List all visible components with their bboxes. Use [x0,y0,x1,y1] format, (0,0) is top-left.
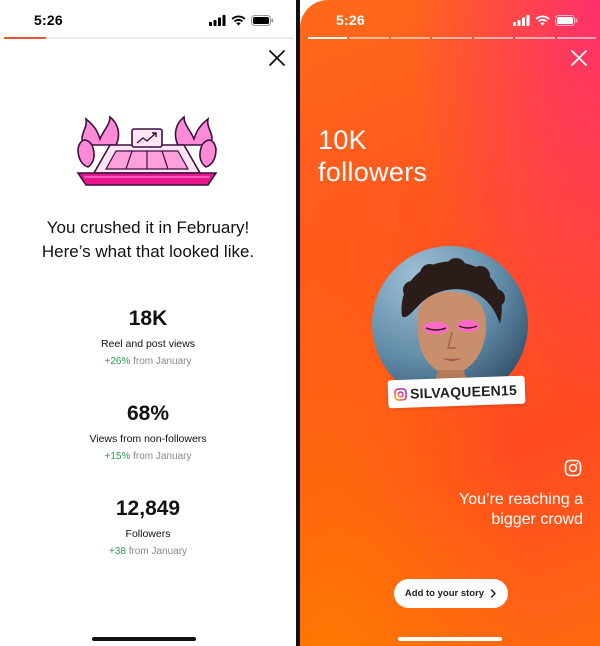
trophy-illustration [76,115,218,186]
home-indicator[interactable] [398,637,502,641]
username: SILVAQUEEN15 [409,381,518,402]
reach-message-line-1: You’re reaching a [459,491,583,508]
story-segment [556,37,596,39]
status-icons [513,14,578,26]
headline-line-1: You crushed it in February! [46,218,250,237]
story-segment [308,37,348,39]
stat-non-follower-views: 68% Views from non-followers +15% from J… [0,401,296,463]
close-icon [571,50,587,66]
headline-line-2: Here’s what that looked like. [41,242,255,261]
instagram-icon [564,459,582,477]
story-segment [349,37,389,39]
add-to-story-label: Add to your story [404,588,485,599]
battery-icon [251,14,274,26]
stat-change: +38 from January [0,545,296,558]
story-segments [308,37,596,39]
status-bar: 5:26 [300,10,600,30]
status-time: 5:26 [34,12,63,28]
stat-delta: +38 [108,546,126,557]
signal-icon [513,14,530,26]
battery-icon [555,14,578,26]
chevron-right-icon [490,589,496,598]
stat-value: 18K [128,307,168,330]
story-progress-fill [4,37,46,39]
status-bar: 5:26 [0,10,296,30]
stat-label: Views from non-followers [89,433,207,445]
reach-message-line-2: bigger crowd [491,511,583,528]
stat-value: 12,849 [115,497,181,520]
stat-period: from January [133,356,192,367]
add-to-story-button[interactable]: Add to your story [394,579,508,608]
stat-delta: +15% [104,451,131,462]
instagram-icon [394,387,407,401]
milestone-title: 10K followers [318,124,427,188]
signal-icon [209,14,226,26]
stat-change: +26% from January [0,355,296,368]
wifi-icon [231,15,246,25]
story-segment [390,37,431,39]
stat-period: from January [133,451,192,462]
story-segment [473,37,514,39]
stat-views: 18K Reel and post views +26% from Januar… [0,306,296,368]
story-segment [432,37,472,39]
stat-label: Reel and post views [101,338,195,350]
close-button[interactable] [570,49,588,67]
stat-period: from January [128,546,188,557]
stat-change: +15% from January [0,450,296,463]
milestone-unit: followers [318,157,428,187]
username-sticker: SILVAQUEEN15 [387,375,526,409]
reach-message: You’re reaching a bigger crowd [459,490,583,530]
story-progress-bar [4,37,294,39]
recap-headline: You crushed it in February! Here’s what … [0,216,296,264]
home-indicator[interactable] [92,637,196,641]
milestone-count: 10K [318,125,367,155]
stat-delta: +26% [104,356,131,367]
story-segment [515,37,555,39]
stat-label: Followers [125,528,171,540]
status-icons [209,14,274,26]
close-icon [269,50,285,66]
recap-screen: 5:26 You crushed it in February! Here’s … [0,0,296,646]
stat-value: 68% [126,402,170,425]
wifi-icon [535,15,550,25]
stat-followers: 12,849 Followers +38 from January [0,496,296,558]
status-time: 5:26 [336,12,365,28]
close-button[interactable] [268,49,286,67]
